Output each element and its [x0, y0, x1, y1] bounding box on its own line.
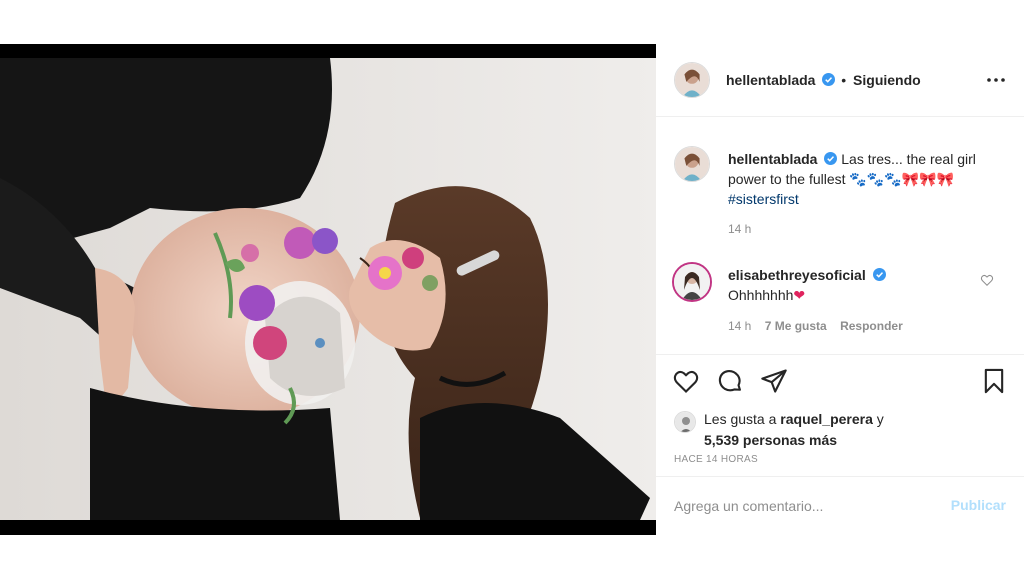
author-username[interactable]: hellentablada — [726, 72, 815, 88]
likes-others-count[interactable]: 5,539 personas más — [704, 432, 837, 448]
post-timestamp[interactable]: Hace 14 horas — [674, 454, 758, 465]
following-button[interactable]: Siguiendo — [853, 72, 921, 88]
post-actions: Les gusta a raquel_perera y 5,539 person… — [656, 354, 1024, 532]
caption-author-avatar[interactable] — [674, 146, 710, 182]
comment-likes[interactable]: 7 Me gusta — [765, 319, 827, 333]
more-horizontal-icon[interactable] — [986, 72, 1006, 88]
post-image-frame — [0, 44, 656, 535]
liker-avatar[interactable] — [674, 411, 696, 433]
verified-badge-icon — [824, 152, 838, 165]
likes-prefix: Les gusta a — [704, 411, 777, 427]
reply-button[interactable]: Responder — [840, 319, 903, 333]
header-user-line: hellentablada • Siguiendo — [726, 72, 921, 88]
post-photo-illustration — [0, 58, 656, 520]
liker-username[interactable]: raquel_perera — [780, 411, 873, 427]
author-avatar[interactable] — [674, 62, 710, 98]
caption-username[interactable]: hellentablada — [728, 151, 817, 167]
post-header: hellentablada • Siguiendo — [656, 44, 1024, 117]
caption-hashtag[interactable]: #sistersfirst — [728, 191, 799, 207]
verified-badge-icon — [872, 268, 886, 281]
post-caption: hellentablada Las tres... the real girl … — [728, 149, 1010, 209]
commenter-avatar[interactable] — [672, 262, 712, 302]
comment-input[interactable] — [674, 495, 934, 517]
comment-meta: 14 h 7 Me gusta Responder — [728, 319, 913, 333]
publish-button[interactable]: Publicar — [951, 497, 1006, 513]
send-icon[interactable] — [760, 367, 788, 395]
verified-badge-icon — [822, 73, 836, 86]
comment-time: 14 h — [728, 319, 752, 333]
comment-icon[interactable] — [716, 367, 744, 395]
comment-body: Ohhhhhhh — [728, 287, 794, 303]
caption-time: 14 h — [728, 222, 752, 236]
comment-like-heart-icon[interactable] — [980, 273, 994, 287]
likes-connector: y — [876, 411, 884, 427]
post-details-panel: hellentablada • Siguiendo hellentablada … — [656, 44, 1024, 535]
comment-emoji: ❤ — [793, 287, 806, 303]
heart-icon[interactable] — [672, 367, 700, 395]
comments-section: hellentablada Las tres... the real girl … — [656, 118, 1024, 356]
likes-summary: Les gusta a raquel_perera y 5,539 person… — [674, 409, 884, 451]
add-comment-bar: Publicar — [656, 476, 1024, 533]
comment: elisabethreyesoficial Ohhhhhhh❤ — [728, 265, 886, 305]
post-image[interactable] — [0, 58, 656, 520]
separator-dot: • — [841, 72, 847, 88]
commenter-username[interactable]: elisabethreyesoficial — [728, 267, 866, 283]
bookmark-icon[interactable] — [980, 367, 1008, 395]
